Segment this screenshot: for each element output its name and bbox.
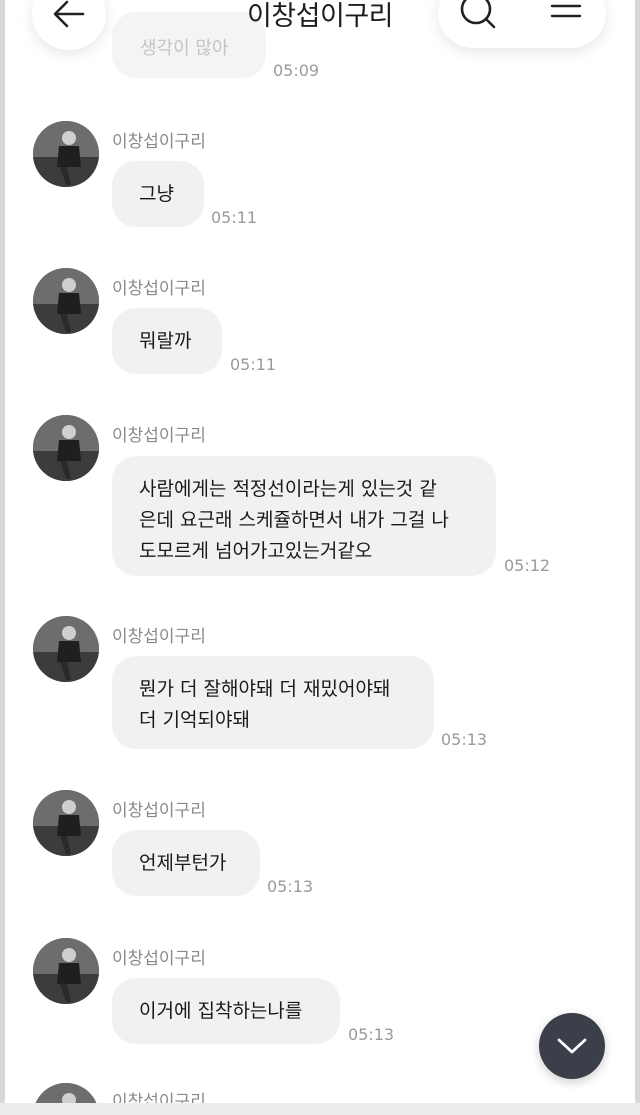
- avatar[interactable]: [33, 938, 99, 1004]
- message-time: 05:12: [504, 556, 551, 575]
- avatar[interactable]: [33, 790, 99, 856]
- sender-name: 이창섭이구리: [112, 801, 206, 821]
- avatar[interactable]: [33, 415, 99, 481]
- message-time: 05:11: [211, 208, 258, 227]
- message-time: 05:13: [348, 1025, 395, 1044]
- message-bubble[interactable]: 이거에 집착하는나를: [112, 978, 340, 1044]
- message-list[interactable]: 생각이 많아 05:09 이창섭이구리 그냥 05:11 이창섭이구리 뭐랄까 …: [0, 0, 640, 1115]
- message-text-line: 사람에게는 적정선이라는게 있는것 같: [139, 478, 437, 500]
- search-icon[interactable]: [458, 0, 498, 36]
- menu-icon[interactable]: [546, 0, 586, 36]
- sender-name: 이창섭이구리: [112, 132, 206, 152]
- message-text: 뭐랄까: [139, 329, 192, 352]
- avatar[interactable]: [33, 121, 99, 187]
- sender-name: 이창섭이구리: [112, 426, 206, 446]
- message-time: 05:13: [267, 877, 314, 896]
- message-text-line: 뭔가 더 잘해야돼 더 재밌어야돼: [139, 678, 391, 700]
- message-bubble[interactable]: 그냥: [112, 161, 204, 227]
- message-text-line: 도모르게 넘어가고있는거같오: [139, 540, 373, 562]
- message-text: 언제부턴가: [139, 851, 227, 874]
- message-bubble[interactable]: 언제부턴가: [112, 830, 260, 896]
- message-bubble[interactable]: 뭐랄까: [112, 308, 222, 374]
- partial-message-time: 05:09: [273, 61, 320, 80]
- message-text: 이거에 집착하는나를: [139, 999, 303, 1022]
- scroll-to-bottom-button[interactable]: [539, 1013, 605, 1079]
- sender-name: 이창섭이구리: [112, 949, 206, 969]
- message-time: 05:13: [441, 730, 488, 749]
- composer-edge: [0, 1103, 640, 1115]
- message-text-line: 은데 요근래 스케쥴하면서 내가 그걸 나: [139, 509, 449, 531]
- chat-screen: 생각이 많아 05:09 이창섭이구리 그냥 05:11 이창섭이구리 뭐랄까 …: [0, 0, 640, 1115]
- message-text: 그냥: [139, 182, 174, 205]
- avatar[interactable]: [33, 268, 99, 334]
- message-time: 05:11: [230, 355, 277, 374]
- avatar[interactable]: [33, 616, 99, 682]
- sender-name: 이창섭이구리: [112, 279, 206, 299]
- message-bubble[interactable]: 사람에게는 적정선이라는게 있는것 같 은데 요근래 스케쥴하면서 내가 그걸 …: [112, 456, 496, 576]
- message-text-line: 더 기억되야돼: [139, 709, 250, 731]
- message-bubble[interactable]: 뭔가 더 잘해야돼 더 재밌어야돼 더 기억되야돼: [112, 656, 434, 749]
- chat-header: 이창섭이구리: [0, 0, 640, 50]
- header-actions: [438, 0, 606, 48]
- sender-name: 이창섭이구리: [112, 627, 206, 647]
- chevron-down-icon: [557, 1038, 587, 1054]
